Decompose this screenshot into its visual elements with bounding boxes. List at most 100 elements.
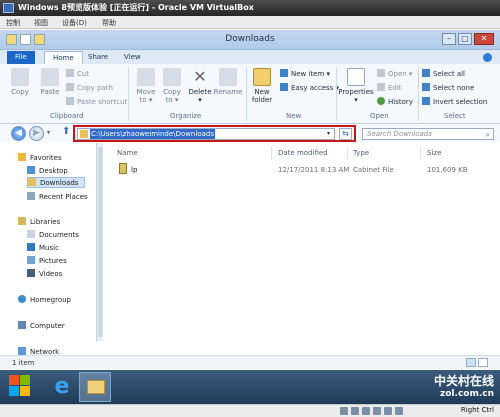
- forward-button[interactable]: ▶: [29, 126, 44, 141]
- scrollbar-thumb[interactable]: [98, 147, 103, 337]
- navigation-pane: Favorites Desktop Downloads Recent Place…: [7, 144, 103, 356]
- start-button[interactable]: [8, 374, 32, 398]
- nav-music[interactable]: Music: [27, 243, 59, 252]
- new-folder-button[interactable]: New folder: [246, 68, 278, 104]
- cut-button[interactable]: Cut: [66, 69, 89, 78]
- vbox-menu-control[interactable]: 控制: [6, 18, 20, 28]
- vbox-menu-devices[interactable]: 设备(D): [62, 18, 87, 28]
- select-group-label: Select: [444, 112, 466, 120]
- nav-favorites[interactable]: Favorites: [18, 153, 62, 162]
- tab-file[interactable]: File: [7, 51, 35, 64]
- address-path-text[interactable]: C:\Users\zhaoweiminde\Downloads: [90, 129, 215, 139]
- select-all-icon: [422, 69, 430, 77]
- close-button[interactable]: ✕: [474, 33, 494, 45]
- vbox-menu-help[interactable]: 帮助: [102, 18, 116, 28]
- optical-drive-icon[interactable]: [351, 407, 359, 415]
- paste-shortcut-button[interactable]: Paste shortcut: [66, 97, 127, 106]
- nav-documents[interactable]: Documents: [27, 230, 79, 239]
- edit-label: Edit: [388, 84, 402, 92]
- large-icons-view-button[interactable]: [478, 358, 488, 367]
- nav-downloads-label: Downloads: [40, 179, 79, 187]
- column-header-name[interactable]: Name: [117, 149, 138, 157]
- nav-computer[interactable]: Computer: [18, 321, 65, 330]
- help-icon[interactable]: [483, 53, 492, 62]
- invert-selection-button[interactable]: Invert selection: [422, 97, 487, 106]
- internet-explorer-icon[interactable]: e: [48, 373, 76, 401]
- new-folder-label: New: [254, 88, 270, 96]
- column-divider[interactable]: [347, 147, 348, 160]
- network-adapter-icon[interactable]: [373, 407, 381, 415]
- nav-videos[interactable]: Videos: [27, 269, 62, 278]
- vbox-menu-view[interactable]: 视图: [34, 18, 48, 28]
- details-view-button[interactable]: [466, 358, 476, 367]
- recent-places-icon: [27, 192, 35, 200]
- clipboard-group-label: Clipboard: [50, 112, 84, 120]
- tab-view[interactable]: View: [116, 51, 149, 64]
- nav-pictures[interactable]: Pictures: [27, 256, 67, 265]
- mouse-integration-icon[interactable]: [395, 407, 403, 415]
- hard-disk-icon[interactable]: [340, 407, 348, 415]
- desktop-icon: [27, 166, 35, 174]
- properties-button[interactable]: Properties ▾: [338, 68, 374, 104]
- new-item-button[interactable]: New item ▾: [280, 69, 330, 78]
- column-divider[interactable]: [420, 147, 421, 160]
- open-button[interactable]: Open ▾: [377, 69, 412, 78]
- column-divider[interactable]: [271, 147, 272, 160]
- select-none-button[interactable]: Select none: [422, 83, 474, 92]
- invert-selection-label: Invert selection: [433, 98, 488, 106]
- downloads-icon: [28, 178, 36, 186]
- copy-label: Copy: [11, 88, 29, 96]
- tab-share[interactable]: Share: [80, 51, 116, 64]
- edit-button[interactable]: Edit: [377, 83, 402, 92]
- nav-homegroup[interactable]: Homegroup: [18, 295, 71, 304]
- nav-recent-places[interactable]: Recent Places: [27, 192, 88, 201]
- address-bar[interactable]: C:\Users\zhaoweiminde\Downloads: [77, 128, 335, 140]
- properties-icon: [347, 68, 365, 86]
- nav-libraries[interactable]: Libraries: [18, 217, 60, 226]
- address-dropdown-icon[interactable]: ▾: [327, 130, 330, 137]
- usb-icon[interactable]: [362, 407, 370, 415]
- new-group-label: New: [286, 112, 302, 120]
- folder-icon: [80, 130, 88, 138]
- shared-folders-icon[interactable]: [384, 407, 392, 415]
- open-icon: [377, 69, 385, 77]
- nav-desktop[interactable]: Desktop: [27, 166, 68, 175]
- recent-locations-dropdown[interactable]: ▾: [47, 129, 50, 136]
- paste-button[interactable]: Paste: [34, 68, 66, 96]
- nav-downloads[interactable]: Downloads: [27, 177, 86, 188]
- search-box[interactable]: Search Downloads ⌕: [362, 128, 494, 140]
- minimize-button[interactable]: –: [442, 33, 456, 45]
- file-name[interactable]: lp: [131, 166, 137, 174]
- folder-icon: [87, 380, 105, 394]
- easy-access-icon: [280, 83, 288, 91]
- history-button[interactable]: History: [377, 97, 413, 106]
- history-label: History: [388, 98, 413, 106]
- back-button[interactable]: ◀: [11, 126, 26, 141]
- select-all-button[interactable]: Select all: [422, 69, 465, 78]
- windows-logo-icon: [20, 375, 30, 385]
- cabinet-file-icon: [119, 163, 127, 174]
- tab-home[interactable]: Home: [44, 51, 83, 64]
- music-icon: [27, 243, 35, 251]
- easy-access-button[interactable]: Easy access ▾: [280, 83, 339, 92]
- refresh-button[interactable]: ⇆: [339, 128, 352, 140]
- file-explorer-taskbar-button[interactable]: [79, 372, 111, 402]
- column-header-date[interactable]: Date modified: [278, 149, 328, 157]
- column-header-size[interactable]: Size: [427, 149, 441, 157]
- copy-path-button[interactable]: Copy path: [66, 83, 113, 92]
- up-arrow-icon[interactable]: ⬆: [62, 126, 70, 137]
- computer-icon: [18, 321, 26, 329]
- move-to-label-2: to ▾: [139, 96, 153, 104]
- explorer-title-bar: Downloads – □ ✕: [0, 30, 500, 50]
- nav-scrollbar[interactable]: [96, 143, 103, 341]
- file-list: Name Date modified Type Size lp 12/17/20…: [104, 144, 494, 340]
- search-icon[interactable]: ⌕: [486, 130, 490, 140]
- file-date: 12/17/2011 8:13 AM: [278, 166, 350, 174]
- maximize-button[interactable]: □: [458, 33, 472, 45]
- paste-icon: [41, 68, 59, 86]
- rename-button[interactable]: Rename: [212, 68, 244, 96]
- copy-to-label-2: to ▾: [165, 96, 179, 104]
- column-header-type[interactable]: Type: [353, 149, 369, 157]
- copy-button[interactable]: Copy: [4, 68, 36, 96]
- move-to-label: Move: [136, 88, 156, 96]
